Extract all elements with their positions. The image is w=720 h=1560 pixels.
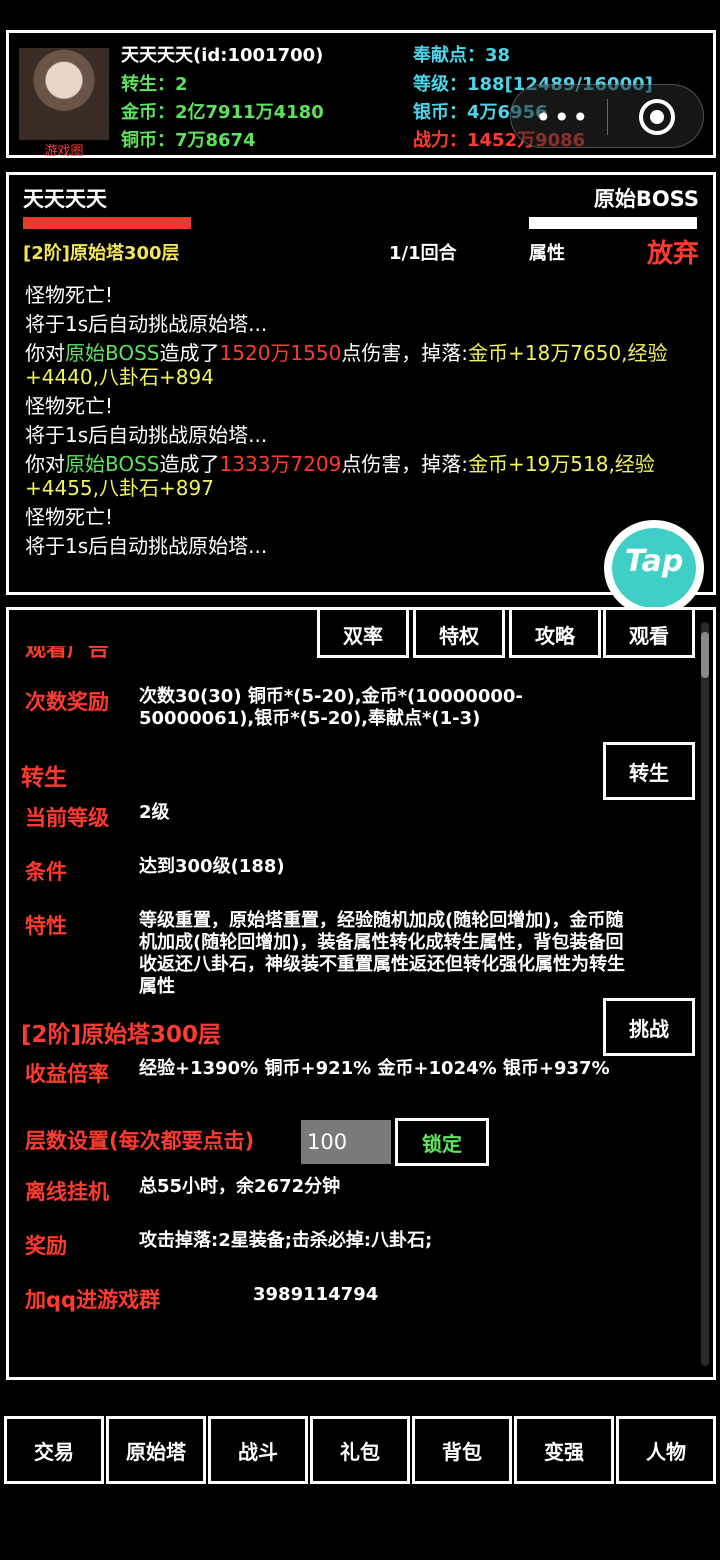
rebirth-button[interactable]: 转生 — [603, 742, 695, 800]
double-rate-button[interactable]: 双率 — [317, 610, 409, 658]
log-text: 你对 — [25, 341, 65, 365]
offline-label: 离线挂机 — [25, 1180, 109, 1204]
qq-group-number[interactable]: 3989114794 — [253, 1284, 378, 1306]
log-text: 点伤害，掉落: — [341, 341, 469, 365]
reward-count-label: 次数奖励 — [25, 690, 109, 714]
battle-log: 怪物死亡! 将于1s后自动挑战原始塔... 你对原始BOSS造成了1520万15… — [25, 283, 685, 563]
capsule-divider — [607, 99, 608, 135]
lock-button[interactable]: 锁定 — [395, 1118, 489, 1166]
log-text: 你对 — [25, 452, 65, 476]
boss-name: 原始BOSS — [593, 187, 699, 211]
privilege-button[interactable]: 特权 — [413, 610, 505, 658]
scrollbar-thumb[interactable] — [701, 632, 709, 678]
more-icon[interactable]: ••• — [535, 101, 591, 134]
log-line: 将于1s后自动挑战原始塔... — [25, 534, 268, 558]
avatar-tag: 游戏圈 — [44, 144, 84, 159]
feature-value: 等级重置，原始塔重置，经验随机加成(随轮回增加)，金币随机加成(随轮回增加)，装… — [139, 910, 625, 997]
tab-upgrade[interactable]: 变强 — [514, 1416, 614, 1484]
watch-ad-label: 观看广告 — [25, 646, 109, 658]
gold-stat: 金币：2亿7911万4180 — [121, 102, 324, 123]
scrollbar[interactable] — [701, 622, 709, 1366]
floor-input[interactable]: 100 — [301, 1120, 391, 1164]
copper-stat: 铜币：7万8674 — [121, 130, 256, 151]
log-line: 怪物死亡! — [25, 283, 114, 307]
tab-character[interactable]: 人物 — [616, 1416, 716, 1484]
reward-count-value: 次数30(30) 铜币*(5-20),金币*(10000000-50000061… — [139, 686, 523, 729]
rebirth-stat: 转生：2 — [121, 74, 188, 95]
player-name-id: 天天天天(id:1001700) — [121, 45, 324, 66]
offline-value: 总55小时，余2672分钟 — [139, 1176, 341, 1197]
log-boss-name: 原始BOSS — [65, 341, 160, 365]
log-line: 将于1s后自动挑战原始塔... — [25, 312, 268, 336]
tab-tower[interactable]: 原始塔 — [106, 1416, 206, 1484]
log-text: 点伤害，掉落: — [341, 452, 469, 476]
guide-button[interactable]: 攻略 — [509, 610, 601, 658]
tower-info-panel[interactable]: 观看广告 双率 特权 攻略 观看 次数奖励 次数30(30) 铜币*(5-20)… — [6, 607, 716, 1380]
attribute-link[interactable]: 属性 — [529, 239, 565, 265]
contribution-stat: 奉献点：38 — [413, 45, 511, 66]
tab-gift[interactable]: 礼包 — [310, 1416, 410, 1484]
close-target-icon[interactable] — [639, 99, 675, 135]
condition-value: 达到300级(188) — [139, 856, 285, 877]
log-text: 造成了 — [159, 452, 220, 476]
floor-setting-label: 层数设置(每次都要点击) — [25, 1129, 255, 1153]
feature-label: 特性 — [25, 914, 67, 938]
reward-label: 奖励 — [25, 1234, 67, 1258]
current-level-label: 当前等级 — [25, 806, 109, 830]
log-damage: 1520万1550 — [219, 341, 342, 365]
player-hp-bar — [23, 217, 191, 229]
log-line: 怪物死亡! — [25, 505, 114, 529]
tower-title: [2阶]原始塔300层 — [21, 1022, 222, 1048]
avatar-image — [19, 48, 109, 140]
log-line: 怪物死亡! — [25, 394, 114, 418]
tab-bag[interactable]: 背包 — [412, 1416, 512, 1484]
avatar[interactable]: 游戏圈 — [19, 48, 109, 159]
condition-label: 条件 — [25, 860, 67, 884]
log-boss-name: 原始BOSS — [65, 452, 160, 476]
taptap-float-button[interactable]: Tap — [604, 520, 716, 616]
tab-trade[interactable]: 交易 — [4, 1416, 104, 1484]
current-level-value: 2级 — [139, 802, 170, 823]
rebirth-title: 转生 — [21, 765, 67, 791]
log-line: 你对原始BOSS造成了1333万7209点伤害，掉落:金币+19万518,经验+… — [25, 452, 685, 500]
log-damage: 1333万7209 — [219, 452, 342, 476]
stage-label: [2阶]原始塔300层 — [23, 243, 180, 264]
income-rate-label: 收益倍率 — [25, 1062, 109, 1086]
miniprogram-capsule: ••• — [510, 84, 704, 148]
player-battle-name: 天天天天 — [23, 187, 107, 211]
tab-battle[interactable]: 战斗 — [208, 1416, 308, 1484]
give-up-button[interactable]: 放弃 — [647, 233, 699, 270]
qq-group-label: 加qq进游戏群 — [25, 1288, 161, 1312]
challenge-button[interactable]: 挑战 — [603, 998, 695, 1056]
log-text: 造成了 — [159, 341, 220, 365]
watch-button[interactable]: 观看 — [603, 610, 695, 658]
bottom-tab-bar: 交易 原始塔 战斗 礼包 背包 变强 人物 — [4, 1416, 716, 1484]
reward-value: 攻击掉落:2星装备;击杀必掉:八卦石; — [139, 1230, 433, 1251]
log-line: 你对原始BOSS造成了1520万1550点伤害，掉落:金币+18万7650,经验… — [25, 341, 685, 389]
boss-hp-bar — [529, 217, 697, 229]
income-rate-value: 经验+1390% 铜币+921% 金币+1024% 银币+937% — [139, 1058, 610, 1079]
log-line: 将于1s后自动挑战原始塔... — [25, 423, 268, 447]
taptap-label: Tap — [624, 544, 684, 579]
round-counter: 1/1回合 — [389, 243, 457, 264]
